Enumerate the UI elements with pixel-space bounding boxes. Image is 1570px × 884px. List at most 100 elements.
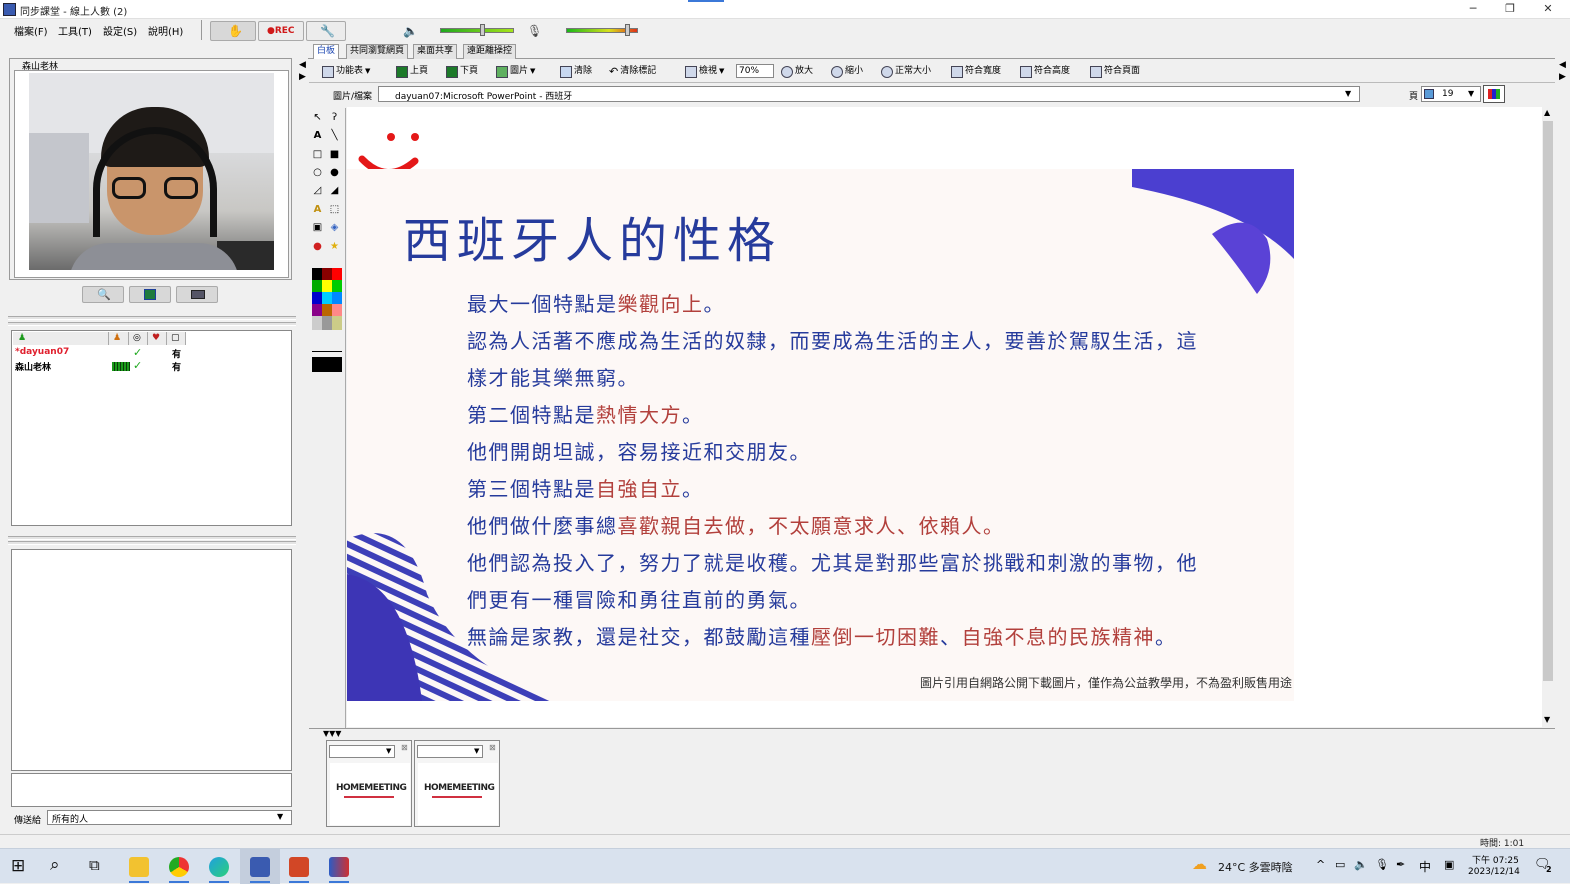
splitter-top-2[interactable] xyxy=(8,322,296,326)
collapse-left-icon[interactable]: ◀ xyxy=(299,60,306,70)
keyboard-icon[interactable]: ▣ xyxy=(1444,858,1454,871)
minimize-button[interactable]: ─ xyxy=(1453,0,1493,19)
raise-hand-button[interactable]: ✋ xyxy=(210,21,256,41)
tab-cobrowse[interactable]: 共同瀏覽網頁 xyxy=(346,44,409,59)
scroll-down-icon[interactable]: ▼ xyxy=(1544,715,1550,724)
restore-button[interactable]: ❐ xyxy=(1490,0,1530,19)
volume-icon[interactable]: 🔈 xyxy=(1354,858,1368,871)
weather-text[interactable]: 24°C 多雲時陰 xyxy=(1218,859,1293,875)
line-tool-icon[interactable]: ╲ xyxy=(327,128,342,143)
menu-file[interactable]: 檔案(F) xyxy=(14,23,48,38)
menu-help[interactable]: 說明(H) xyxy=(148,23,183,38)
close-thumbnail-icon[interactable]: ⊠ xyxy=(489,743,496,752)
view-menu-button[interactable]: 檢視 ▼ xyxy=(685,63,724,80)
select-area-icon[interactable]: ⬚ xyxy=(327,202,342,217)
zoom-in-button[interactable]: 放大 xyxy=(781,63,813,80)
collapse-right-icon[interactable]: ▶ xyxy=(299,72,306,82)
whiteboard-canvas[interactable]: 西班牙人的性格 最大一個特點是樂觀向上。 認為人活著不應成為生活的奴隸，而要成為… xyxy=(347,107,1542,727)
zoom-out-button[interactable]: 縮小 xyxy=(831,63,863,80)
menu-settings[interactable]: 設定(S) xyxy=(103,23,137,38)
user-row[interactable]: 森山老林 ✓ 有 xyxy=(12,359,291,374)
windows-start-icon[interactable]: ⊞ xyxy=(11,856,25,876)
color-palette[interactable] xyxy=(312,268,342,330)
tab-desktop-share[interactable]: 桌面共享 xyxy=(413,44,458,59)
sync-classroom-icon[interactable] xyxy=(250,857,270,877)
col-status-header[interactable]: ◎ xyxy=(129,332,148,345)
freehand-icon[interactable]: ʔ xyxy=(327,110,342,125)
col-mic-header[interactable]: ♟ xyxy=(109,332,129,345)
settings-wrench-button[interactable]: 🔧 xyxy=(306,21,346,41)
file-explorer-icon[interactable] xyxy=(129,857,149,877)
fit-page-button[interactable]: 符合頁面 xyxy=(1090,63,1140,80)
close-button[interactable]: ✕ xyxy=(1528,0,1568,19)
fit-width-button[interactable]: 符合寬度 xyxy=(951,63,1001,80)
user-row[interactable]: *dayuan07 ✓ 有 xyxy=(12,346,291,361)
text-tool-icon[interactable]: A xyxy=(310,128,325,143)
edge-icon[interactable] xyxy=(209,857,229,877)
tab-remote-control[interactable]: 遠距離操控 xyxy=(463,44,517,59)
record-button[interactable]: ●REC xyxy=(258,21,304,41)
menu-tools[interactable]: 工具(T) xyxy=(58,23,92,38)
clock-date[interactable]: 2023/12/14 xyxy=(1468,867,1520,877)
collapse-thumbs-icon[interactable]: ▼▼▼ xyxy=(323,729,341,738)
task-view-icon[interactable]: ⧉ xyxy=(89,856,100,874)
video-network-button[interactable] xyxy=(129,286,171,303)
apple-icon[interactable]: ● xyxy=(310,239,325,254)
chevron-up-icon[interactable]: ^ xyxy=(1316,858,1325,871)
ime-indicator[interactable]: 中 xyxy=(1419,858,1431,875)
picture-menu-button[interactable]: 圖片 ▼ xyxy=(496,63,535,80)
filled-ellipse-icon[interactable]: ● xyxy=(327,165,342,180)
stamp-icon[interactable]: ▣ xyxy=(310,220,325,235)
search-icon[interactable]: ⌕ xyxy=(50,855,60,875)
thumbnail-1[interactable]: ▼ ⊠ HOMEMEETING xyxy=(326,740,412,827)
mic-slider-thumb[interactable] xyxy=(625,24,630,36)
ellipse-icon[interactable]: ○ xyxy=(310,165,325,180)
splitter-top[interactable] xyxy=(8,316,296,320)
color-picker-button[interactable] xyxy=(1483,85,1505,103)
next-page-button[interactable]: 下頁 xyxy=(446,63,478,80)
splitter-mid[interactable] xyxy=(8,536,296,540)
pen-icon[interactable]: ✒ xyxy=(1396,858,1405,871)
pointer-icon[interactable]: ↖ xyxy=(310,110,325,125)
eraser-tool-icon[interactable]: ◈ xyxy=(327,220,342,235)
function-menu-button[interactable]: 功能表 ▼ xyxy=(322,63,370,80)
highlight-text-icon[interactable]: A xyxy=(310,202,325,217)
fit-height-button[interactable]: 符合高度 xyxy=(1020,63,1070,80)
tab-whiteboard[interactable]: 白板 xyxy=(313,44,340,59)
speaker-volume-slider[interactable] xyxy=(440,28,514,33)
close-thumbnail-icon[interactable]: ⊠ xyxy=(401,743,408,752)
filled-rectangle-icon[interactable]: ■ xyxy=(327,147,342,162)
page-select[interactable]: 19 ▼ xyxy=(1421,86,1481,102)
powerpoint-icon[interactable] xyxy=(289,857,309,877)
chat-history[interactable] xyxy=(11,549,292,771)
col-award-header[interactable]: ♥ xyxy=(148,332,167,345)
send-to-select[interactable]: 所有的人 ▼ xyxy=(47,810,292,825)
clear-marks-button[interactable]: ↶ 清除標記 xyxy=(609,63,656,80)
col-doc-header[interactable]: ▢ xyxy=(167,332,186,345)
network-tray-icon[interactable]: ▭ xyxy=(1335,858,1345,871)
splitter-mid-2[interactable] xyxy=(8,541,296,545)
expand-right-panel-icon[interactable]: ▶ xyxy=(1559,72,1566,82)
rectangle-icon[interactable]: □ xyxy=(310,147,325,162)
scroll-thumb[interactable] xyxy=(1543,121,1553,681)
zoom-input[interactable]: 70% xyxy=(736,64,774,78)
filled-polygon-icon[interactable]: ◢ xyxy=(327,183,342,198)
app-icon[interactable] xyxy=(329,857,349,877)
prev-page-button[interactable]: 上頁 xyxy=(396,63,428,80)
clock-time[interactable]: 下午 07:25 xyxy=(1472,853,1519,866)
star-icon[interactable]: ★ xyxy=(327,239,342,254)
chat-input[interactable] xyxy=(11,773,292,807)
microphone-tray-icon[interactable]: 🎙 xyxy=(1375,858,1389,871)
line-width-picker[interactable] xyxy=(312,344,342,374)
file-select[interactable]: dayuan07:Microsoft PowerPoint - 西班牙 ▼ xyxy=(378,86,1360,102)
scroll-up-icon[interactable]: ▲ xyxy=(1544,108,1550,117)
col-user-header[interactable]: ♟ xyxy=(13,332,109,345)
canvas-scrollbar[interactable]: ▲ ▼ xyxy=(1542,107,1554,727)
thumbnail-2[interactable]: ▼ ⊠ HOMEMEETING xyxy=(414,740,500,827)
thumbnail-select[interactable]: ▼ xyxy=(329,745,395,758)
video-camera-button[interactable] xyxy=(176,286,218,303)
clear-button[interactable]: 清除 xyxy=(560,63,592,80)
polygon-icon[interactable]: ◿ xyxy=(310,183,325,198)
collapse-right-panel-icon[interactable]: ◀ xyxy=(1559,60,1566,70)
speaker-slider-thumb[interactable] xyxy=(480,24,485,36)
